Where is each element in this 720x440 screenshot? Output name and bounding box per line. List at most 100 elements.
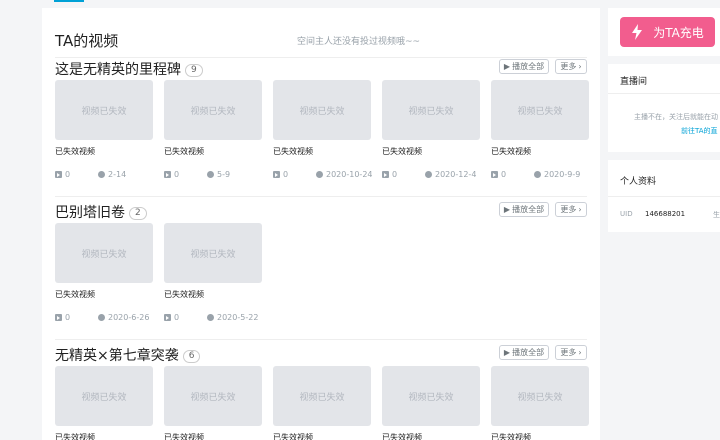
collection-title[interactable]: 巴别塔旧卷 2 — [55, 202, 147, 222]
video-list-panel: TA的视频 空间主人还没有投过视频哦~~ 这是无精英的里程碑 9 ▶ 播放全部 更多… — [42, 8, 600, 440]
collection-title[interactable]: 这是无精英的里程碑 9 — [55, 59, 203, 79]
video-thumbnail[interactable]: 视频已失效 — [382, 80, 480, 140]
video-thumbnail[interactable]: 视频已失效 — [273, 80, 371, 140]
play-count-icon — [491, 171, 498, 178]
chevron-right-icon: › — [578, 62, 582, 71]
charge-panel: 为TA充电 — [608, 8, 720, 56]
play-all-button[interactable]: ▶ 播放全部 — [499, 202, 549, 217]
video-card[interactable]: 视频已失效 已失效视频 — [273, 366, 371, 440]
video-card[interactable]: 视频已失效 已失效视频 0 2020-10-24 — [273, 80, 373, 179]
video-thumbnail[interactable]: 视频已失效 — [491, 80, 589, 140]
video-title[interactable]: 已失效视频 — [164, 432, 262, 440]
charge-button[interactable]: 为TA充电 — [620, 17, 715, 47]
clock-icon — [98, 314, 105, 321]
play-all-label: 播放全部 — [512, 205, 545, 214]
publish-date: 5-9 — [207, 170, 230, 179]
play-all-button[interactable]: ▶ 播放全部 — [499, 345, 549, 360]
collection-title-text[interactable]: 巴别塔旧卷 — [55, 205, 125, 221]
play-count-value: 0 — [392, 170, 398, 179]
video-thumbnail[interactable]: 视频已失效 — [55, 366, 153, 426]
profile-panel: 个人资料 UID 146688201 生 — [608, 160, 720, 232]
video-title[interactable]: 已失效视频 — [55, 289, 153, 300]
video-thumbnail[interactable]: 视频已失效 — [164, 80, 262, 140]
video-card[interactable]: 视频已失效 已失效视频 0 2020-12-4 — [382, 80, 480, 179]
video-title[interactable]: 已失效视频 — [273, 432, 371, 440]
video-title[interactable]: 已失效视频 — [382, 432, 480, 440]
video-card[interactable]: 视频已失效 已失效视频 — [491, 366, 589, 440]
video-card[interactable]: 视频已失效 已失效视频 0 2020-6-26 — [55, 223, 153, 322]
video-card[interactable]: 视频已失效 已失效视频 — [382, 366, 480, 440]
video-card[interactable]: 视频已失效 已失效视频 0 5-9 — [164, 80, 262, 179]
video-thumbnail[interactable]: 视频已失效 — [164, 223, 262, 283]
play-count-value: 0 — [65, 170, 71, 179]
play-count: 0 — [55, 313, 70, 322]
play-count-icon — [55, 171, 62, 178]
video-title[interactable]: 已失效视频 — [164, 146, 262, 157]
video-thumbnail[interactable]: 视频已失效 — [55, 223, 153, 283]
profile-divider — [608, 196, 720, 197]
video-title[interactable]: 已失效视频 — [491, 432, 589, 440]
video-title[interactable]: 已失效视频 — [55, 146, 153, 157]
video-card[interactable]: 视频已失效 已失效视频 0 2020-5-22 — [164, 223, 262, 322]
birthday-label: 生 — [713, 211, 720, 219]
video-title[interactable]: 已失效视频 — [382, 146, 480, 157]
publish-date-value: 2020-6-26 — [108, 313, 150, 322]
play-count-icon — [382, 171, 389, 178]
live-room-link[interactable]: 前往TA的直 — [681, 126, 718, 136]
publish-date-value: 2-14 — [108, 170, 127, 179]
video-stats: 0 2020-9-9 — [491, 170, 589, 180]
publish-date: 2020-12-4 — [425, 170, 476, 179]
more-button[interactable]: 更多 › — [555, 202, 587, 217]
video-stats: 0 2-14 — [55, 170, 153, 180]
live-room-panel: 直播间 主播不在，关注后就能在动 前往TA的直 — [608, 64, 720, 152]
collection-title-text[interactable]: 这是无精英的里程碑 — [55, 62, 181, 78]
play-count-icon — [55, 314, 62, 321]
video-title[interactable]: 已失效视频 — [491, 146, 589, 157]
publish-date: 2020-9-9 — [534, 170, 580, 179]
uid-label: UID — [620, 210, 633, 218]
play-count: 0 — [55, 170, 70, 179]
video-thumbnail[interactable]: 视频已失效 — [491, 366, 589, 426]
video-card[interactable]: 视频已失效 已失效视频 0 2020-9-9 — [491, 80, 589, 179]
video-title[interactable]: 已失效视频 — [55, 432, 153, 440]
video-card[interactable]: 视频已失效 已失效视频 — [164, 366, 262, 440]
video-card[interactable]: 视频已失效 已失效视频 0 2-14 — [55, 80, 153, 179]
more-label: 更多 — [560, 205, 577, 214]
video-title[interactable]: 已失效视频 — [164, 289, 262, 300]
collection-title-text[interactable]: 无精英×第七章突袭 — [55, 348, 179, 364]
collection-count-badge: 9 — [185, 64, 203, 77]
panel-header: TA的视频 空间主人还没有投过视频哦~~ — [55, 18, 587, 58]
publish-date: 2020-5-22 — [207, 313, 258, 322]
video-thumbnail[interactable]: 视频已失效 — [164, 366, 262, 426]
play-all-button[interactable]: ▶ 播放全部 — [499, 59, 549, 74]
play-count-value: 0 — [65, 313, 71, 322]
charge-label: 为TA充电 — [653, 25, 704, 40]
play-all-label: 播放全部 — [512, 348, 545, 357]
play-count: 0 — [382, 170, 397, 179]
live-room-title: 直播间 — [620, 77, 648, 87]
video-thumbnail[interactable]: 视频已失效 — [55, 80, 153, 140]
publish-date-value: 2020-9-9 — [544, 170, 581, 179]
more-button[interactable]: 更多 › — [555, 59, 587, 74]
play-count-icon — [273, 171, 280, 178]
video-card[interactable]: 视频已失效 已失效视频 — [55, 366, 153, 440]
clock-icon — [207, 314, 214, 321]
uid-value: 146688201 — [645, 210, 686, 218]
live-room-divider — [608, 93, 720, 94]
collection-title[interactable]: 无精英×第七章突袭 6 — [55, 345, 201, 365]
collection-count-badge: 2 — [129, 207, 147, 220]
publish-date-value: 2020-5-22 — [217, 313, 259, 322]
clock-icon — [207, 171, 214, 178]
play-count: 0 — [164, 313, 179, 322]
video-title[interactable]: 已失效视频 — [273, 146, 371, 157]
video-thumbnail[interactable]: 视频已失效 — [382, 366, 480, 426]
publish-date-value: 5-9 — [217, 170, 231, 179]
clock-icon — [316, 171, 323, 178]
video-stats: 0 2020-10-24 — [273, 170, 373, 180]
more-button[interactable]: 更多 › — [555, 345, 587, 360]
video-stats: 0 2020-5-22 — [164, 313, 262, 323]
video-thumbnail[interactable]: 视频已失效 — [273, 366, 371, 426]
lightning-icon — [632, 24, 643, 40]
chevron-right-icon: › — [578, 205, 582, 214]
play-count-value: 0 — [174, 313, 180, 322]
